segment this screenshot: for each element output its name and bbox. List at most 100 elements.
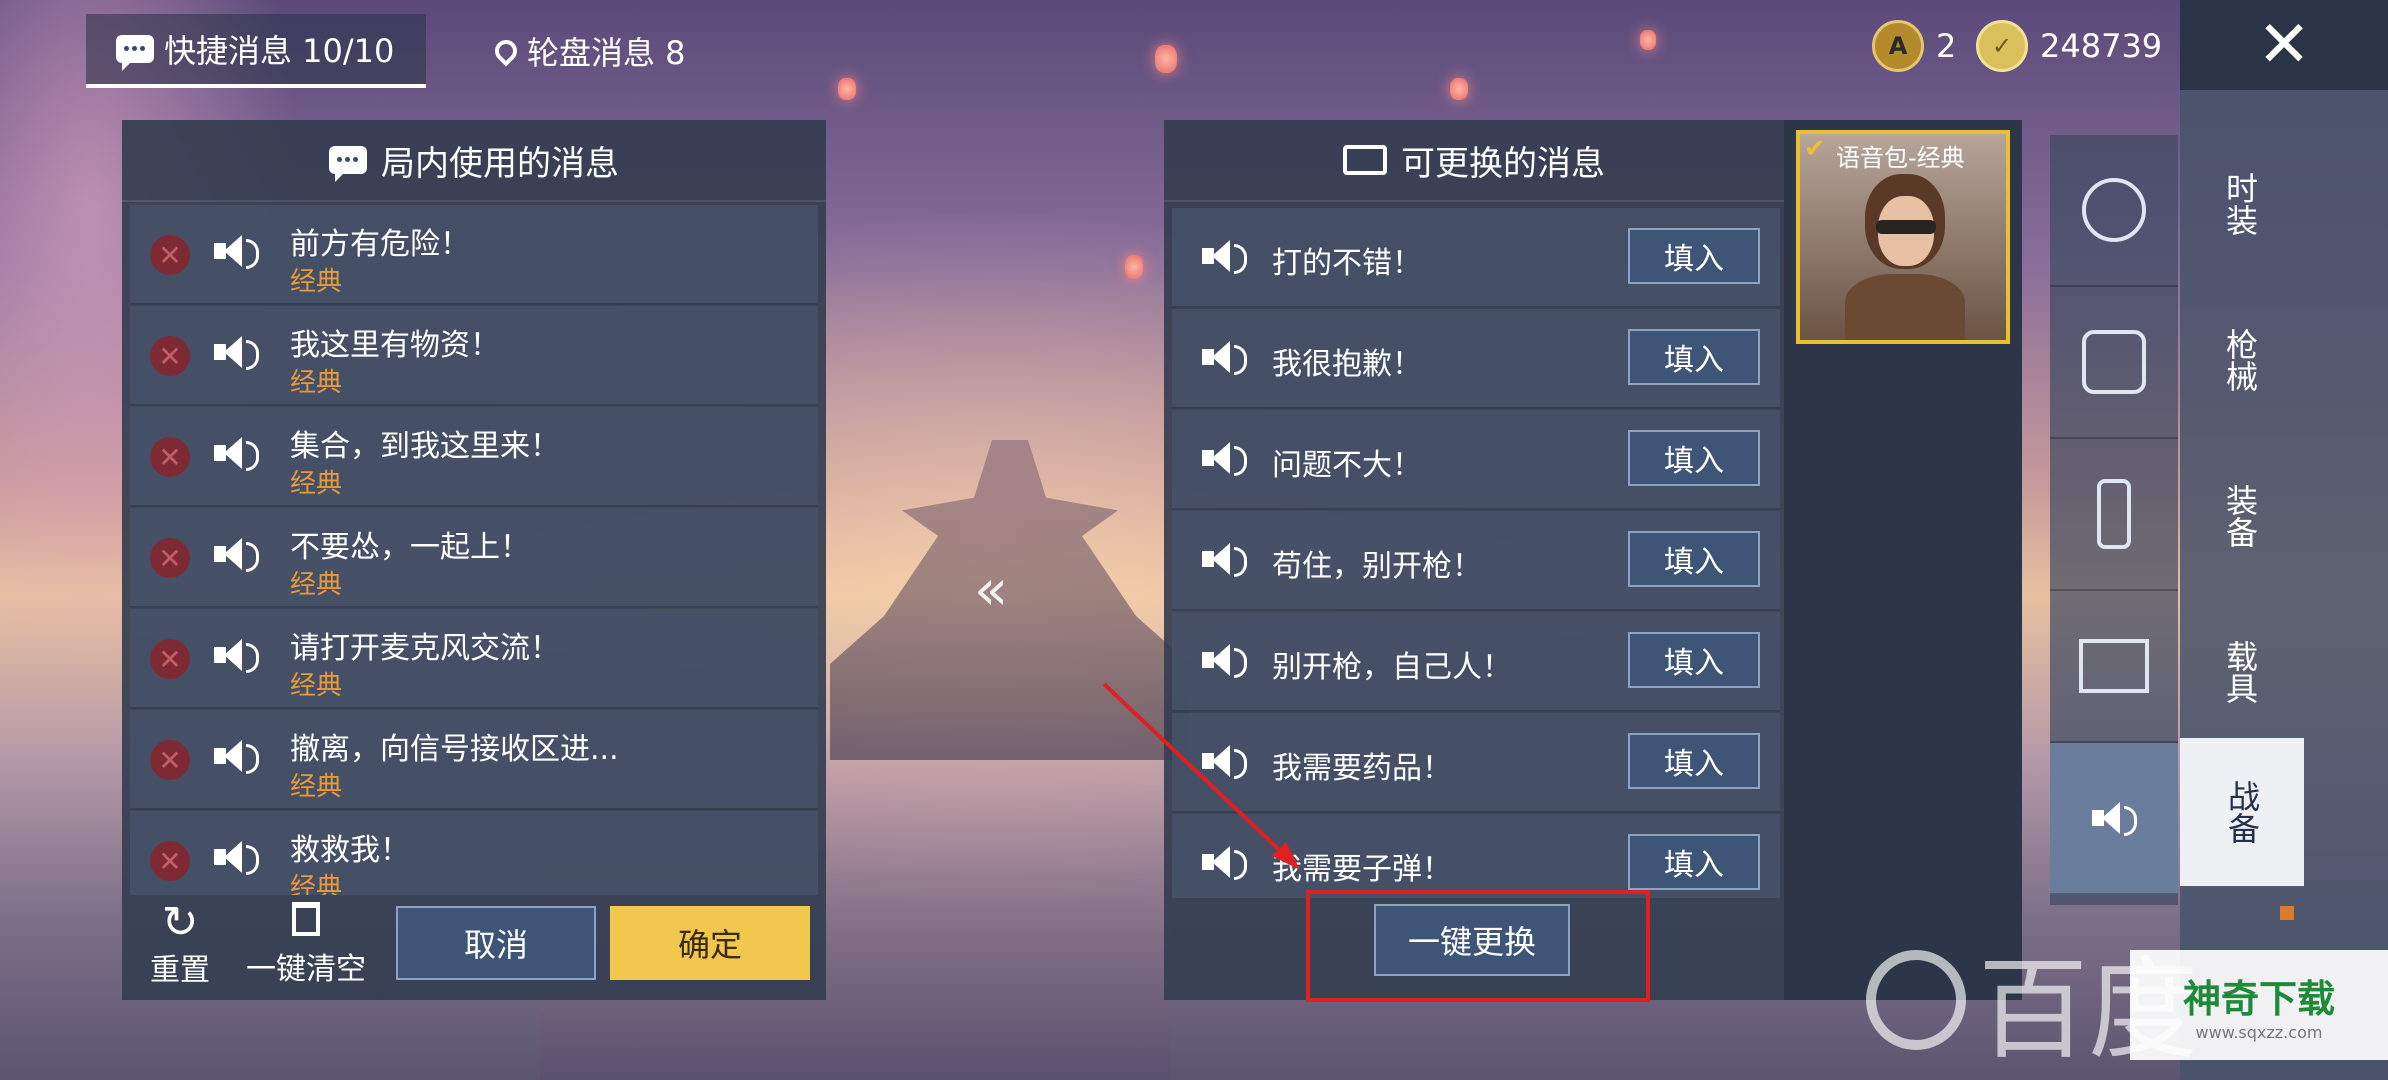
- category-image[interactable]: [2050, 591, 2178, 743]
- side-tab-label: 装备: [2221, 484, 2259, 548]
- message-tag: 经典: [290, 368, 343, 398]
- message-row[interactable]: ✕ 请打开麦克风交流！ 经典: [130, 609, 818, 709]
- speaker-icon[interactable]: [1202, 642, 1247, 678]
- message-row[interactable]: ✕ 我这里有物资！ 经典: [130, 306, 818, 406]
- message-row[interactable]: ✕ 不要怂，一起上！ 经典: [130, 508, 818, 608]
- cancel-button[interactable]: 取消: [396, 906, 596, 980]
- category-emote[interactable]: [2050, 135, 2178, 287]
- side-tab-label: 战备: [2223, 780, 2261, 844]
- confirm-label: 确定: [677, 926, 742, 964]
- speaker-icon: [2092, 800, 2137, 836]
- robot-icon: [2082, 330, 2146, 394]
- highlight-box: [1306, 890, 1650, 1002]
- speaker-icon[interactable]: [214, 839, 259, 875]
- replaceable-row: 我很抱歉！ 填入: [1172, 309, 1780, 409]
- speaker-icon[interactable]: [1202, 339, 1247, 375]
- side-tab-fashion[interactable]: 时装: [2180, 130, 2300, 278]
- remove-icon[interactable]: ✕: [150, 336, 190, 376]
- notification-dot: [2280, 906, 2294, 920]
- remove-icon[interactable]: ✕: [150, 235, 190, 275]
- speaker-icon[interactable]: [1202, 238, 1247, 274]
- fill-button[interactable]: 填入: [1628, 531, 1760, 587]
- message-box-icon: [1343, 145, 1387, 175]
- fill-button[interactable]: 填入: [1628, 733, 1760, 789]
- message-tag: 经典: [290, 570, 343, 600]
- fill-label: 填入: [1664, 646, 1724, 681]
- message-text: 救救我！: [290, 833, 410, 868]
- category-robot[interactable]: [2050, 287, 2178, 439]
- fill-button[interactable]: 填入: [1628, 329, 1760, 385]
- trash-icon: [292, 902, 320, 936]
- spray-can-icon: [2097, 479, 2131, 549]
- message-tag: 经典: [290, 873, 343, 895]
- fill-label: 填入: [1664, 747, 1724, 782]
- lantern-decoration: [1155, 45, 1177, 73]
- remove-icon[interactable]: ✕: [150, 437, 190, 477]
- fill-label: 填入: [1664, 848, 1724, 883]
- tab-quick-messages[interactable]: 快捷消息 10/10: [86, 14, 426, 88]
- remove-icon[interactable]: ✕: [150, 740, 190, 780]
- speaker-icon[interactable]: [214, 233, 259, 269]
- speaker-icon[interactable]: [214, 536, 259, 572]
- image-icon: [2079, 639, 2149, 693]
- message-tag: 经典: [290, 671, 343, 701]
- clear-all-button[interactable]: 一键清空: [236, 900, 376, 990]
- tab-wheel-messages[interactable]: 轮盘消息 8: [490, 14, 686, 88]
- chat-bubble-icon: [329, 146, 367, 182]
- location-pin-icon: [490, 35, 522, 67]
- currency-a: A 2: [1872, 18, 1956, 74]
- tab-quick-messages-label: 快捷消息 10/10: [164, 32, 395, 70]
- in-game-messages-header: 局内使用的消息: [122, 120, 826, 202]
- silver-coin-icon: ✓: [1976, 20, 2028, 72]
- side-tab-gear[interactable]: 装备: [2180, 442, 2300, 590]
- confirm-button[interactable]: 确定: [610, 906, 810, 980]
- character-portrait: [1840, 174, 1970, 340]
- side-tab-guns[interactable]: 枪械: [2180, 286, 2300, 434]
- fill-label: 填入: [1664, 242, 1724, 277]
- speaker-icon[interactable]: [1202, 440, 1247, 476]
- pointer-arrow: [1102, 682, 1300, 870]
- collapse-arrow-button[interactable]: «: [966, 558, 1016, 623]
- fill-button[interactable]: 填入: [1628, 430, 1760, 486]
- message-text: 打的不错！: [1272, 246, 1422, 281]
- message-row[interactable]: ✕ 撤离，向信号接收区进... 经典: [130, 710, 818, 810]
- side-tab-vehicles[interactable]: 载具: [2180, 598, 2300, 746]
- speaker-icon[interactable]: [214, 334, 259, 370]
- fill-button[interactable]: 填入: [1628, 834, 1760, 890]
- site-watermark: 神奇下载 www.sqxzz.com: [2130, 950, 2388, 1060]
- replaceable-row: 苟住，别开枪！ 填入: [1172, 511, 1780, 611]
- message-text: 集合，到我这里来！: [290, 429, 560, 464]
- lantern-decoration: [838, 78, 856, 100]
- fill-button[interactable]: 填入: [1628, 632, 1760, 688]
- speaker-icon[interactable]: [214, 637, 259, 673]
- voice-pack-card[interactable]: ✔ 语音包-经典: [1796, 130, 2010, 344]
- fill-button[interactable]: 填入: [1628, 228, 1760, 284]
- replaceable-row: 问题不大！ 填入: [1172, 410, 1780, 510]
- replaceable-row: 打的不错！ 填入: [1172, 208, 1780, 308]
- category-voice[interactable]: [2050, 743, 2178, 895]
- reset-button[interactable]: ↻ 重置: [140, 900, 220, 990]
- side-tab-bar: 时装 枪械 装备 载具 战备: [2180, 90, 2388, 1080]
- message-text: 我很抱歉！: [1272, 347, 1422, 382]
- side-tab-label: 载具: [2221, 640, 2259, 704]
- check-icon: ✔: [1804, 134, 1826, 164]
- speaker-icon[interactable]: [214, 738, 259, 774]
- message-row[interactable]: ✕ 集合，到我这里来！ 经典: [130, 407, 818, 507]
- gold-coin-icon: A: [1872, 20, 1924, 72]
- remove-icon[interactable]: ✕: [150, 538, 190, 578]
- lantern-decoration: [1125, 255, 1143, 279]
- refresh-icon: ↻: [161, 897, 199, 948]
- close-button[interactable]: ✕: [2180, 0, 2388, 90]
- speaker-icon[interactable]: [1202, 541, 1247, 577]
- message-row[interactable]: ✕ 前方有危险！ 经典: [130, 205, 818, 305]
- side-tab-battle-prep[interactable]: 战备: [2180, 738, 2304, 886]
- message-text: 撤离，向信号接收区进...: [290, 732, 619, 767]
- speaker-icon[interactable]: [214, 435, 259, 471]
- in-game-messages-list[interactable]: ✕ 前方有危险！ 经典 ✕ 我这里有物资！ 经典 ✕ 集合，到我这里来！ 经典 ✕ 不要怂，一起上！…: [122, 205, 826, 895]
- remove-icon[interactable]: ✕: [150, 639, 190, 679]
- reset-label: 重置: [150, 953, 210, 988]
- remove-icon[interactable]: ✕: [150, 841, 190, 881]
- message-row[interactable]: ✕ 救救我！ 经典: [130, 811, 818, 895]
- paw-icon: [1866, 950, 1966, 1050]
- category-spray[interactable]: [2050, 439, 2178, 591]
